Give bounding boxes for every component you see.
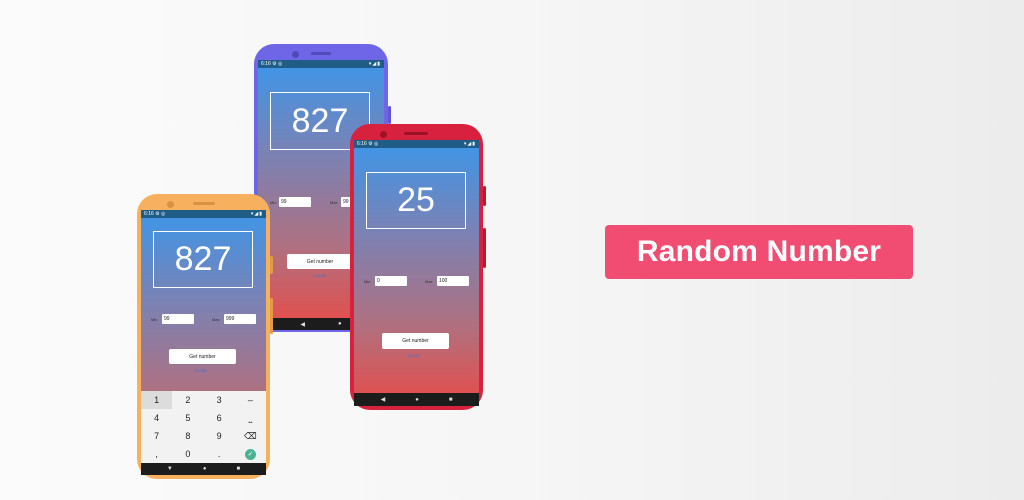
key-0[interactable]: 0 bbox=[172, 445, 203, 463]
speaker bbox=[311, 52, 331, 55]
key-3[interactable]: 3 bbox=[204, 391, 235, 409]
min-field[interactable]: 0 bbox=[375, 276, 407, 286]
max-label: Max bbox=[212, 317, 220, 322]
get-number-button[interactable]: Get number bbox=[382, 333, 449, 349]
recents-icon[interactable]: ■ bbox=[449, 397, 453, 403]
check-icon: ✓ bbox=[244, 448, 256, 460]
key-period[interactable]: . bbox=[204, 445, 235, 463]
key-9[interactable]: 9 bbox=[204, 427, 235, 445]
front-camera bbox=[167, 201, 174, 208]
volume-button bbox=[270, 298, 273, 334]
max-field[interactable]: 999 bbox=[224, 314, 256, 324]
numeric-keypad: 1 2 3 – 4 5 6 ⎵ 7 8 9 ⌫ , 0 . ✓ bbox=[141, 391, 266, 463]
speaker bbox=[193, 202, 215, 205]
key-5[interactable]: 5 bbox=[172, 409, 203, 427]
number-display: 25 bbox=[366, 172, 466, 229]
backspace-icon[interactable]: ⌫ bbox=[235, 427, 266, 445]
status-bar: 6:16 ⚙ ◎ ▾◢▮ bbox=[141, 210, 266, 218]
front-camera bbox=[380, 131, 387, 138]
key-8[interactable]: 8 bbox=[172, 427, 203, 445]
home-icon[interactable]: ● bbox=[415, 397, 419, 403]
clear-link[interactable]: CLEAR bbox=[195, 369, 207, 373]
max-label: Max bbox=[425, 279, 433, 284]
back-icon[interactable]: ▼ bbox=[167, 466, 173, 472]
front-camera bbox=[292, 51, 299, 58]
status-icons: ▾◢▮ bbox=[463, 141, 476, 147]
status-icons: ▾◢▮ bbox=[368, 61, 381, 67]
phone-orange: 6:16 ⚙ ◎ ▾◢▮ 827 Min 99 Max 999 Get numb… bbox=[137, 194, 273, 479]
max-label: Max bbox=[330, 200, 338, 205]
nav-bar: ▼ ● ■ bbox=[141, 463, 266, 475]
min-label: Min bbox=[270, 200, 277, 205]
random-number: 25 bbox=[397, 181, 435, 219]
min-label: Min bbox=[151, 317, 158, 322]
key-1[interactable]: 1 bbox=[141, 391, 173, 409]
key-minus[interactable]: – bbox=[235, 391, 266, 409]
min-field[interactable]: 99 bbox=[162, 314, 194, 324]
get-number-button[interactable]: Get number bbox=[169, 349, 236, 364]
side-button bbox=[270, 256, 273, 274]
status-icons: ▾◢▮ bbox=[250, 211, 263, 217]
home-icon[interactable]: ● bbox=[338, 321, 342, 327]
back-icon[interactable]: ◀ bbox=[300, 321, 305, 328]
random-number: 827 bbox=[291, 101, 349, 140]
key-4[interactable]: 4 bbox=[141, 409, 172, 427]
key-6[interactable]: 6 bbox=[204, 409, 235, 427]
clear-link[interactable]: CLEAR bbox=[408, 354, 420, 358]
app-title-badge: Random Number bbox=[605, 225, 913, 279]
space-key-icon[interactable]: ⎵ bbox=[235, 409, 266, 427]
key-comma[interactable]: , bbox=[141, 445, 172, 463]
number-display: 827 bbox=[153, 231, 253, 288]
back-icon[interactable]: ◀ bbox=[381, 396, 386, 403]
home-icon[interactable]: ● bbox=[203, 466, 207, 472]
status-bar: 6:16 ⚙ ◎ ▾◢▮ bbox=[258, 60, 384, 68]
nav-bar: ◀ ● ■ bbox=[354, 393, 479, 406]
done-key[interactable]: ✓ bbox=[235, 445, 266, 463]
key-7[interactable]: 7 bbox=[141, 427, 172, 445]
min-field[interactable]: 99 bbox=[279, 197, 311, 207]
max-field[interactable]: 100 bbox=[437, 276, 469, 286]
app-title: Random Number bbox=[636, 235, 882, 268]
min-label: Min bbox=[364, 279, 371, 284]
phone-red: 6:16 ⚙ ◎ ▾◢▮ 25 Min 0 Max 100 Get number… bbox=[350, 124, 486, 410]
key-2[interactable]: 2 bbox=[172, 391, 203, 409]
volume-button bbox=[483, 228, 486, 268]
screen: 6:16 ⚙ ◎ ▾◢▮ 25 Min 0 Max 100 Get number… bbox=[354, 140, 479, 406]
get-number-button[interactable]: Get number bbox=[287, 254, 353, 269]
side-button bbox=[483, 186, 486, 206]
status-bar: 6:16 ⚙ ◎ ▾◢▮ bbox=[354, 140, 479, 148]
random-number: 827 bbox=[174, 240, 232, 278]
speaker bbox=[404, 132, 428, 135]
recents-icon[interactable]: ■ bbox=[236, 466, 240, 472]
clear-link[interactable]: CLEAR bbox=[314, 274, 326, 278]
side-button bbox=[388, 106, 391, 124]
screen: 6:16 ⚙ ◎ ▾◢▮ 827 Min 99 Max 999 Get numb… bbox=[141, 210, 266, 475]
